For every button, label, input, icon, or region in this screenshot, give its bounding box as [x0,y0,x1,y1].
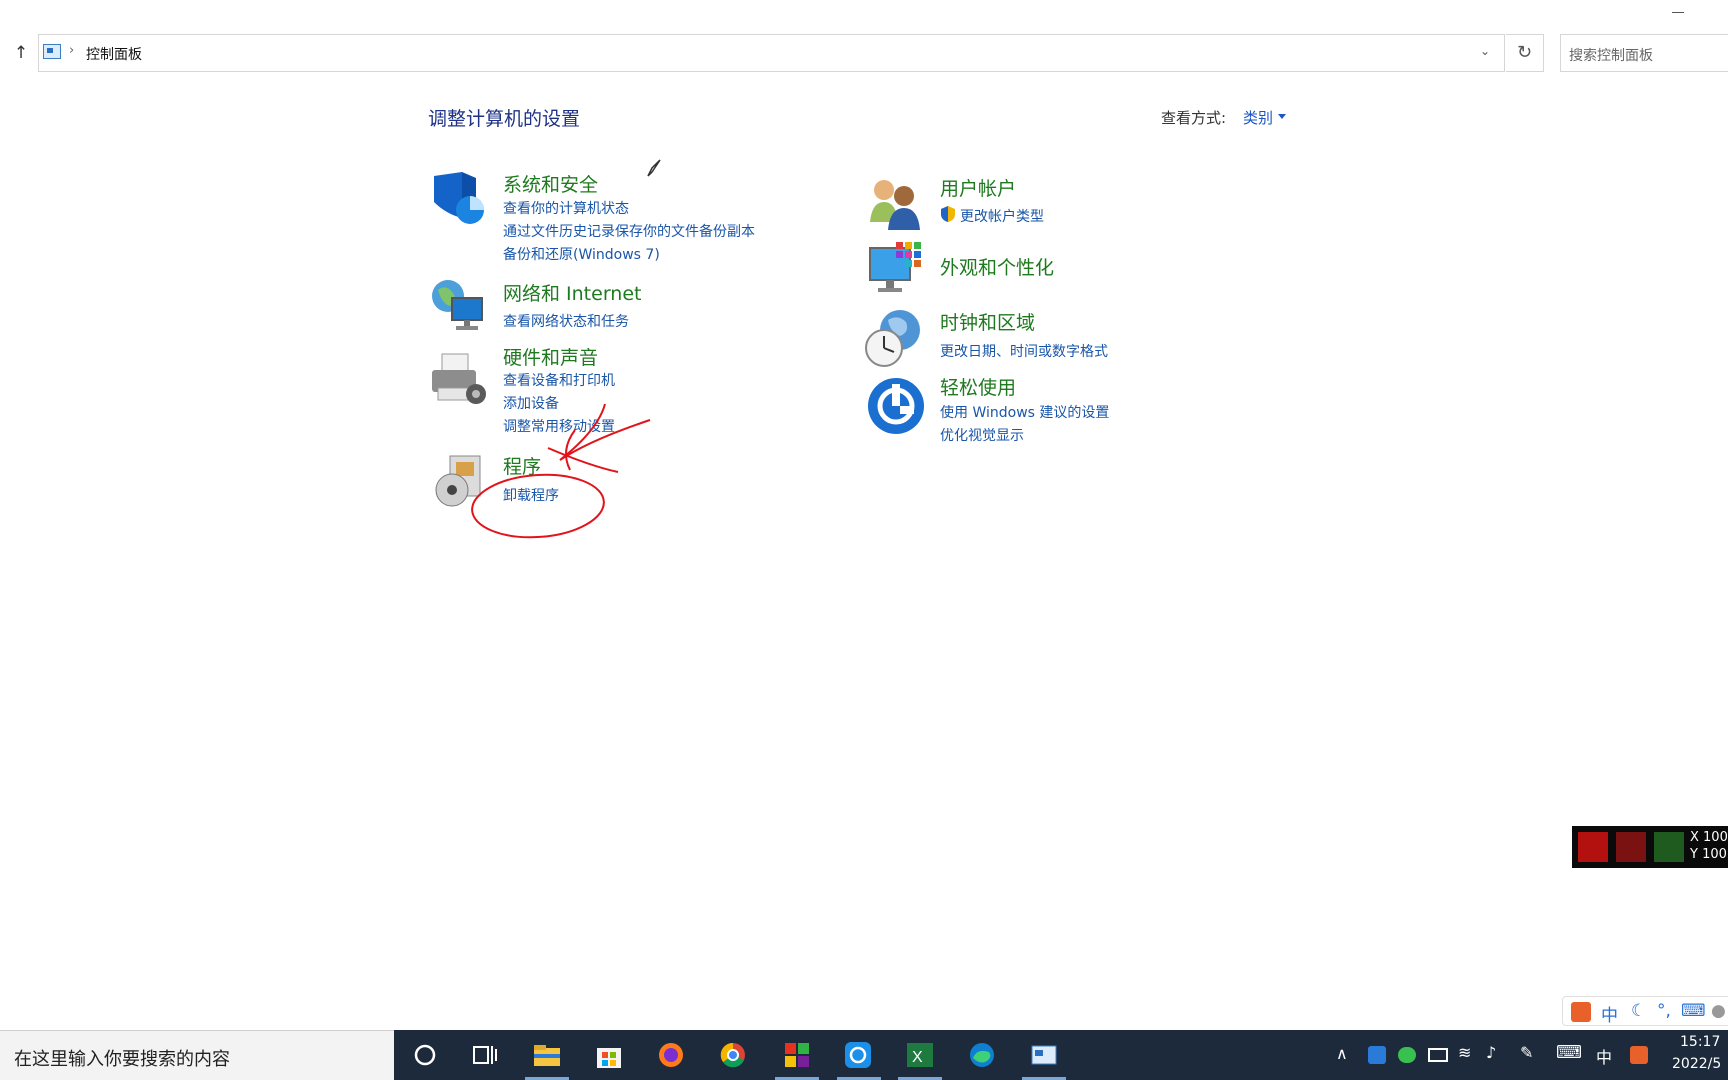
link-file-history[interactable]: 通过文件历史记录保存你的文件备份副本 [503,221,755,241]
mouse-left-icon [1578,832,1608,862]
taskbar: 在这里输入你要搜索的内容 X ∧ ≋ ♪ ✎ ⌨ 中 15:17 2022/5 [0,1030,1728,1080]
tray-overflow-icon[interactable]: ∧ [1336,1044,1348,1063]
mouse-y-readout: Y 100 [1690,847,1727,862]
moon-icon[interactable]: ☾ [1631,1001,1646,1021]
link-recommended-settings[interactable]: 使用 Windows 建议的设置 [940,402,1109,422]
link-date-time-format[interactable]: 更改日期、时间或数字格式 [940,341,1108,361]
wechat-icon[interactable] [1398,1047,1416,1063]
network-globe-icon[interactable] [428,276,488,336]
ease-of-access-icon[interactable] [866,376,926,436]
link-backup-restore[interactable]: 备份和还原(Windows 7) [503,244,660,264]
wifi-icon[interactable]: ≋ [1458,1043,1471,1062]
up-arrow-icon[interactable]: ↑ [10,42,32,64]
link-change-account-type[interactable]: 更改帐户类型 [960,206,1044,226]
category-hardware-sound[interactable]: 硬件和声音 [503,343,598,370]
category-appearance[interactable]: 外观和个性化 [940,253,1054,280]
pen-icon[interactable]: ✎ [1520,1043,1533,1062]
view-by-arrow-icon[interactable] [1278,114,1286,119]
category-programs[interactable]: 程序 [503,452,541,479]
keyboard-icon[interactable]: ⌨ [1681,1001,1706,1021]
ink-stroke-line [547,447,619,473]
ime-logo-icon[interactable] [1571,1002,1591,1022]
view-by-dropdown[interactable]: 类别 [1243,107,1273,128]
store-icon[interactable] [594,1040,624,1070]
page-title: 调整计算机的设置 [428,108,581,130]
search-input[interactable]: 搜索控制面板 [1560,34,1728,72]
user-icon[interactable]: ● [1711,1001,1726,1021]
category-user-accounts[interactable]: 用户帐户 [940,174,1016,201]
chevron-right-icon[interactable]: › [69,43,74,58]
taskbar-search-box[interactable]: 在这里输入你要搜索的内容 [0,1030,394,1080]
mouse-x-readout: X 100 [1690,830,1728,845]
control-panel-icon [43,44,61,59]
svg-text:X: X [912,1049,923,1066]
ime-app-icon[interactable] [1630,1046,1648,1064]
task-view-icon[interactable] [470,1040,500,1070]
category-system-security[interactable]: 系统和安全 [503,170,598,197]
browser-icon[interactable] [843,1040,873,1070]
search-placeholder: 搜索控制面板 [1569,48,1653,64]
refresh-icon[interactable]: ↻ [1506,34,1544,72]
ime-indicator[interactable]: 中 [1596,1044,1612,1068]
address-bar[interactable]: › 控制面板 ⌄ [38,34,1505,72]
programs-disc-icon[interactable] [432,452,492,512]
appearance-monitor-icon[interactable] [866,240,926,300]
ime-mode-toggle[interactable]: 中 [1601,1001,1618,1026]
shield-icon[interactable] [428,170,488,230]
battery-icon [1654,832,1684,862]
link-optimize-display[interactable]: 优化视觉显示 [940,425,1024,445]
volume-icon[interactable]: ♪ [1486,1043,1496,1062]
user-accounts-icon[interactable] [866,174,926,234]
link-network-status[interactable]: 查看网络状态和任务 [503,311,629,331]
ink-annotations [471,159,661,539]
clock-globe-icon[interactable] [864,308,924,368]
app-icon[interactable] [782,1040,812,1070]
address-row: ↑ › 控制面板 ⌄ ↻ 搜索控制面板 [0,34,1728,74]
link-devices-printers[interactable]: 查看设备和打印机 [503,370,615,390]
chrome-icon[interactable] [718,1040,748,1070]
link-uninstall-program[interactable]: 卸载程序 [503,485,559,505]
mouse-overlay: X 100 Y 100 [1572,826,1728,868]
chevron-down-icon[interactable]: ⌄ [1480,44,1490,58]
ime-floating-bar: 中 ☾ °, ⌨ ● [1562,996,1728,1026]
category-ease-of-access[interactable]: 轻松使用 [940,373,1016,400]
link-mobility-settings[interactable]: 调整常用移动设置 [503,416,615,436]
view-by-label: 查看方式: [1161,109,1227,127]
window-caption [1608,0,1728,24]
tray-app-icon[interactable] [1368,1046,1386,1064]
taskbar-search-placeholder: 在这里输入你要搜索的内容 [14,1049,230,1070]
cortana-icon[interactable] [410,1040,440,1070]
category-network-internet[interactable]: 网络和 Internet [503,279,641,306]
battery-tray-icon[interactable] [1428,1048,1448,1062]
touch-keyboard-icon[interactable]: ⌨ [1556,1042,1582,1063]
link-view-computer-status[interactable]: 查看你的计算机状态 [503,198,629,218]
breadcrumb-control-panel[interactable]: 控制面板 [86,44,142,64]
printer-icon[interactable] [428,350,488,410]
punctuation-icon[interactable]: °, [1657,1001,1671,1021]
file-explorer-icon[interactable] [532,1040,562,1070]
clock-date[interactable]: 2022/5 [1672,1056,1721,1072]
control-panel-icon[interactable] [1029,1040,1059,1070]
uac-shield-icon [941,206,955,222]
ink-stroke-tick [565,429,576,471]
excel-icon[interactable]: X [905,1040,935,1070]
link-add-device[interactable]: 添加设备 [503,393,559,413]
edge-icon[interactable] [967,1040,997,1070]
hand-icon [1616,832,1646,862]
minimize-icon[interactable] [1672,12,1684,13]
category-clock-region[interactable]: 时钟和区域 [940,308,1035,335]
firefox-icon[interactable] [656,1040,686,1070]
clock-time[interactable]: 15:17 [1680,1034,1720,1050]
pen-cursor-icon [647,159,661,177]
